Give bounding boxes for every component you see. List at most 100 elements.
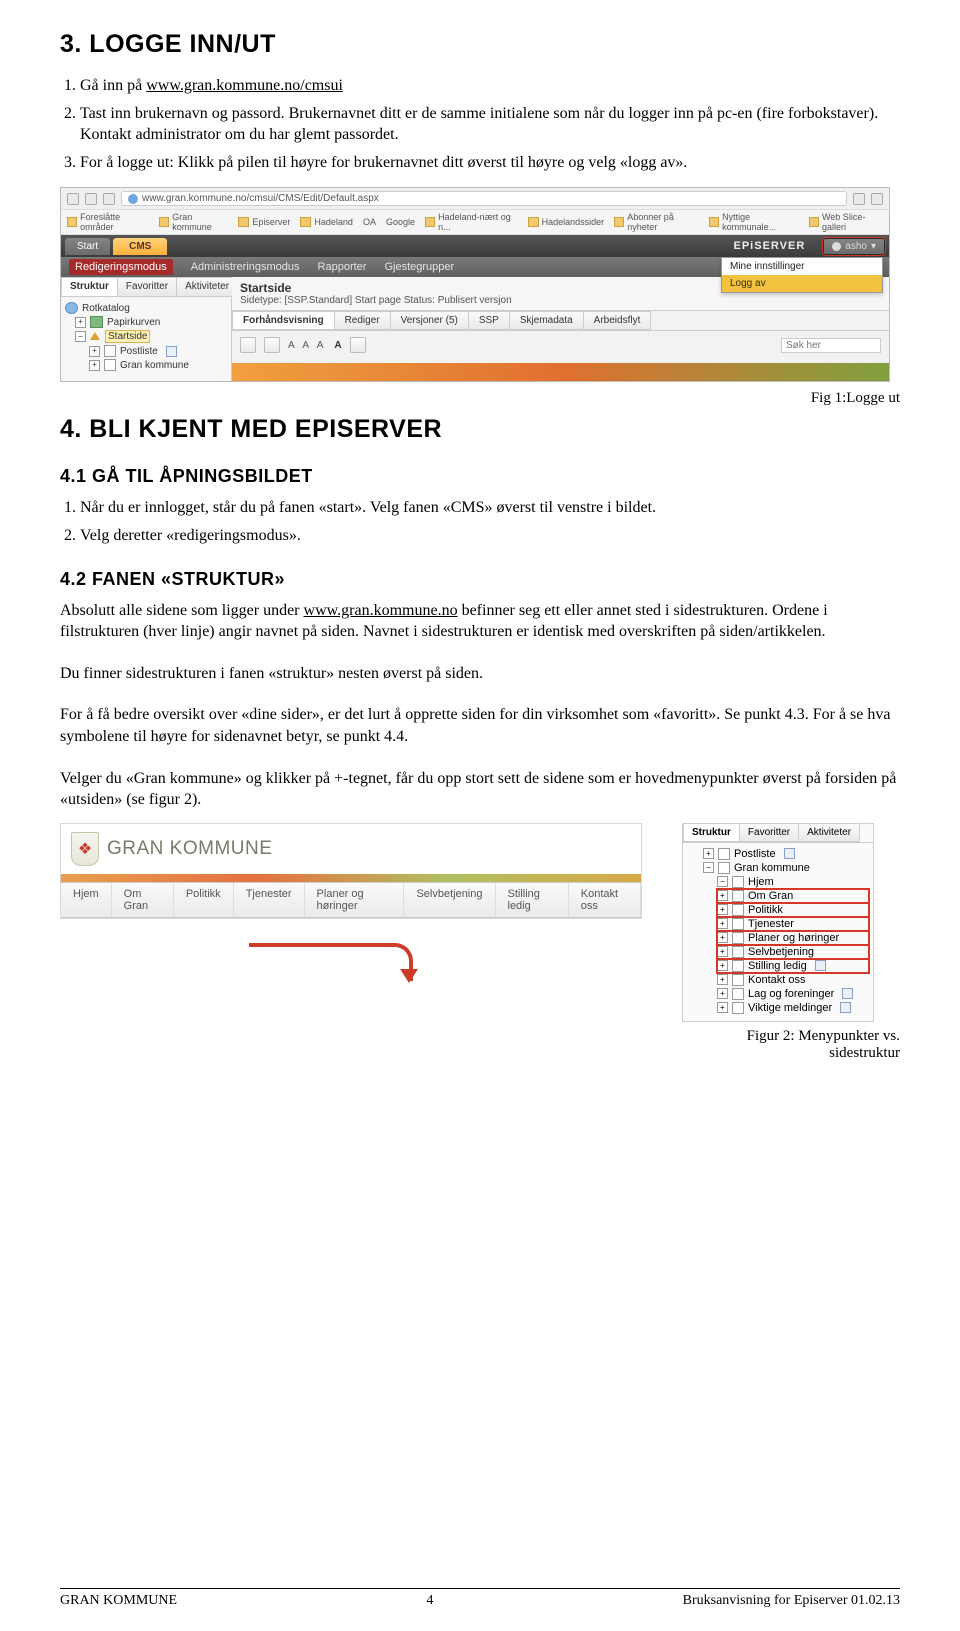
tree-postliste[interactable]: +Postliste <box>89 344 227 358</box>
nav-politikk[interactable]: Politikk <box>174 883 234 917</box>
nav-stilling[interactable]: Stilling ledig <box>496 883 569 917</box>
tree-bin[interactable]: +Papirkurven <box>75 315 227 329</box>
expand-icon[interactable]: + <box>703 848 714 859</box>
page-icon <box>732 988 744 1000</box>
tree-gran-kommune[interactable]: +Gran kommune <box>89 358 227 372</box>
font-weight[interactable]: A <box>334 340 341 351</box>
side-tree-item[interactable]: +Selvbetjening <box>717 945 869 959</box>
expand-icon[interactable]: + <box>717 1002 728 1013</box>
nav-tjenester[interactable]: Tjenester <box>234 883 305 917</box>
expand-icon[interactable]: + <box>717 988 728 999</box>
st-tab-struktur[interactable]: Struktur <box>683 823 740 842</box>
dropdown-logg-av[interactable]: Logg av <box>722 275 882 292</box>
nav-hjem[interactable]: Hjem <box>61 883 112 917</box>
collapse-icon[interactable]: − <box>75 331 86 342</box>
st-tab-favoritter[interactable]: Favoritter <box>739 823 799 842</box>
mode-redigering[interactable]: Redigeringsmodus <box>69 259 173 275</box>
bookmark-item[interactable]: OA <box>363 212 376 232</box>
mode-rapporter[interactable]: Rapporter <box>318 261 367 273</box>
toolbar-button[interactable] <box>264 337 280 353</box>
expand-icon[interactable]: + <box>717 932 728 943</box>
person-icon <box>832 242 841 251</box>
wrench-icon[interactable] <box>871 193 883 205</box>
rtab-rediger[interactable]: Rediger <box>334 311 391 330</box>
bookmark-item[interactable]: Hadeland <box>300 212 353 232</box>
expand-icon[interactable]: + <box>717 974 728 985</box>
expand-icon[interactable]: + <box>89 360 100 371</box>
nav-back-icon[interactable] <box>67 193 79 205</box>
side-tree-item[interactable]: +Om Gran <box>717 889 869 903</box>
bookmark-item[interactable]: Gran kommune <box>159 212 228 232</box>
nav-reload-icon[interactable] <box>103 193 115 205</box>
side-tree-item[interactable]: +Politikk <box>717 903 869 917</box>
nav-om-gran[interactable]: Om Gran <box>112 883 174 917</box>
dropdown-mine-innstillinger[interactable]: Mine innstillinger <box>722 258 882 275</box>
rtab-skjemadata[interactable]: Skjemadata <box>509 311 584 330</box>
shortcut-icon <box>840 1002 851 1013</box>
collapse-icon[interactable]: − <box>717 876 728 887</box>
tree-startside[interactable]: −Startside <box>75 329 227 344</box>
bookmark-star-icon[interactable] <box>853 193 865 205</box>
bookmark-item[interactable]: Web Slice-galleri <box>809 212 883 232</box>
gk-nav: Hjem Om Gran Politikk Tjenester Planer o… <box>61 882 641 918</box>
nav-forward-icon[interactable] <box>85 193 97 205</box>
mode-gjestegrupper[interactable]: Gjestegrupper <box>384 261 454 273</box>
font-sizes[interactable]: A A A <box>288 340 326 351</box>
tab-cms[interactable]: CMS <box>113 238 167 255</box>
user-dropdown: Mine innstillinger Logg av <box>721 257 883 293</box>
bookmark-item[interactable]: Google <box>386 212 415 232</box>
rtab-ssp[interactable]: SSP <box>468 311 510 330</box>
gk-link[interactable]: www.gran.kommune.no <box>304 602 458 619</box>
left-tab-favoritter[interactable]: Favoritter <box>117 277 177 296</box>
side-structure-tree: Struktur Favoritter Aktiviteter +Postlis… <box>682 823 874 1022</box>
bookmark-item[interactable]: Abonner på nyheter <box>614 212 699 232</box>
collapse-icon[interactable]: − <box>703 862 714 873</box>
page-icon <box>732 890 744 902</box>
expand-icon[interactable]: + <box>75 317 86 328</box>
toolbar-button[interactable] <box>350 337 366 353</box>
side-tree-item[interactable]: +Postliste <box>703 847 869 861</box>
side-tree-item[interactable]: + Viktige meldinger <box>717 1001 869 1015</box>
tree-root[interactable]: Rotkatalog <box>65 301 227 315</box>
globe-icon <box>65 302 78 314</box>
left-tab-struktur[interactable]: Struktur <box>61 277 118 296</box>
folder-icon <box>528 217 539 227</box>
side-tree-item[interactable]: +Stilling ledig <box>717 959 869 973</box>
s3-item-1-text: Gå inn på <box>80 77 146 94</box>
rtab-arbeidsflyt[interactable]: Arbeidsflyt <box>583 311 652 330</box>
bookmark-item[interactable]: Episerver <box>238 212 290 232</box>
expand-icon[interactable]: + <box>717 946 728 957</box>
nav-selvbetjening[interactable]: Selvbetjening <box>404 883 495 917</box>
user-menu[interactable]: asho ▾ <box>823 238 885 255</box>
expand-icon[interactable]: + <box>717 960 728 971</box>
cmsui-link[interactable]: www.gran.kommune.no/cmsui <box>146 77 343 94</box>
nav-kontakt[interactable]: Kontakt oss <box>569 883 641 917</box>
side-tree-item[interactable]: −Hjem <box>717 875 869 889</box>
bookmark-item[interactable]: Foreslåtte områder <box>67 212 149 232</box>
url-input[interactable]: www.gran.kommune.no/cmsui/CMS/Edit/Defau… <box>121 191 847 206</box>
side-tree-item[interactable]: +Tjenester <box>717 917 869 931</box>
side-tree-item[interactable]: +Kontakt oss <box>717 973 869 987</box>
expand-icon[interactable]: + <box>717 904 728 915</box>
expand-icon[interactable]: + <box>89 346 100 357</box>
bookmark-item[interactable]: Hadelandssider <box>528 212 605 232</box>
side-tree-label: Viktige meldinger <box>748 1002 832 1014</box>
mode-admin[interactable]: Administreringsmodus <box>191 261 300 273</box>
rtab-versjoner[interactable]: Versjoner (5) <box>390 311 469 330</box>
side-tree-item[interactable]: +Lag og foreninger <box>717 987 869 1001</box>
tab-start[interactable]: Start <box>65 238 110 255</box>
expand-icon[interactable]: + <box>717 918 728 929</box>
page-icon <box>732 918 744 930</box>
left-tab-aktiviteter[interactable]: Aktiviteter <box>176 277 238 296</box>
bookmark-item[interactable]: Hadeland-nært og n... <box>425 212 518 232</box>
expand-icon[interactable]: + <box>717 890 728 901</box>
side-tree-item[interactable]: +Planer og høringer <box>717 931 869 945</box>
nav-planer[interactable]: Planer og høringer <box>305 883 405 917</box>
st-tab-aktiviteter[interactable]: Aktiviteter <box>798 823 860 842</box>
toolbar-button[interactable] <box>240 337 256 353</box>
side-tree-item[interactable]: −Gran kommune <box>703 861 869 875</box>
search-input[interactable] <box>781 338 881 353</box>
bookmark-item[interactable]: Nyttige kommunale... <box>709 212 799 232</box>
rtab-forhandsvisning[interactable]: Forhåndsvisning <box>232 311 335 330</box>
footer-left: GRAN KOMMUNE <box>60 1593 177 1609</box>
